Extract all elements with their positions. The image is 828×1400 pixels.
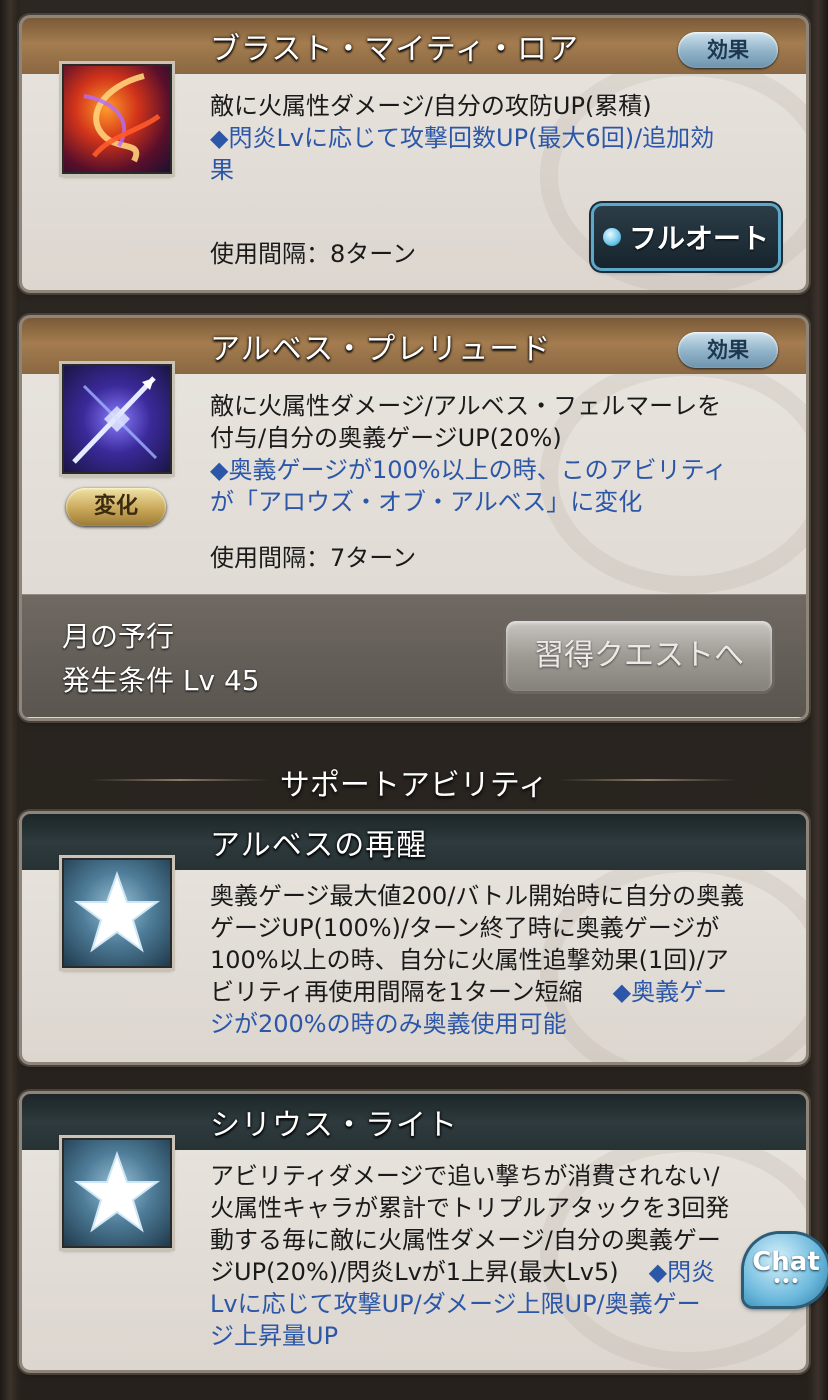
toggle-dot-icon xyxy=(602,228,621,246)
ability-name: ブラスト・マイティ・ロア xyxy=(210,32,579,67)
ability-interval: 使用間隔：7ターン xyxy=(210,544,417,572)
support-card-1: アルベスの再醒 奥義ゲージ最大値200/バトル開始時に自分の奥義 ゲージUP(1… xyxy=(22,814,806,1062)
quest-name: 月の予行 xyxy=(62,620,175,653)
ability-name: アルベス・プレリュード xyxy=(210,332,552,367)
desc-line: 付与/自分の奥義ゲージUP(20%) xyxy=(210,424,562,452)
support-name: アルベスの再醒 xyxy=(210,828,428,863)
chat-dots-icon: ••• xyxy=(772,1274,800,1290)
desc-line: 敵に火属性ダメージ/自分の攻防UP(累積) xyxy=(210,92,652,120)
section-title: サポートアビリティ xyxy=(279,768,549,803)
desc-text: ビリティ再使用間隔を1ターン短縮 xyxy=(210,978,583,1006)
desc-line-mixed: ビリティ再使用間隔を1ターン短縮 ◆奥義ゲー xyxy=(210,976,782,1008)
desc-blue-line: ジ上昇量UP xyxy=(210,1322,339,1350)
star-icon xyxy=(62,1138,172,1248)
desc-blue-line: ◆奥義ゲージが100%以上の時、このアビリティ xyxy=(210,456,728,484)
ability-card-1: ブラスト・マイティ・ロア 効果 敵に火属性ダメージ/自分の攻防UP(累積) ◆閃… xyxy=(22,18,806,290)
quest-button[interactable]: 習得クエストへ xyxy=(506,621,772,691)
ability-card-2: アルベス・プレリュード 効果 変化 敵に火属性ダメージ/アルベス・フェルマーレを… xyxy=(22,318,806,718)
ability-description: 敵に火属性ダメージ/自分の攻防UP(累積) ◆閃炎Lvに応じて攻撃回数UP(最大… xyxy=(210,90,782,186)
desc-blue-line: ◆閃炎Lvに応じて攻撃回数UP(最大6回)/追加効 xyxy=(210,124,715,152)
desc-blue-text: ◆閃炎 xyxy=(648,1258,716,1286)
star-icon xyxy=(62,858,172,968)
support-name: シリウス・ライト xyxy=(210,1108,458,1143)
desc-blue-line: 果 xyxy=(210,156,234,184)
change-badge: 変化 xyxy=(66,488,166,526)
desc-line: 動する毎に敵に火属性ダメージ/自分の奥義ゲー xyxy=(210,1226,721,1254)
desc-line: ゲージUP(100%)/ターン終了時に奥義ゲージが xyxy=(210,914,720,942)
ability-description: 敵に火属性ダメージ/アルベス・フェルマーレを 付与/自分の奥義ゲージUP(20%… xyxy=(210,390,782,518)
desc-line: 敵に火属性ダメージ/アルベス・フェルマーレを xyxy=(210,392,722,420)
desc-line: アビリティダメージで追い撃ちが消費されない/ xyxy=(210,1162,720,1190)
full-auto-button[interactable]: フルオート xyxy=(594,206,778,268)
ability-interval: 使用間隔：8ターン xyxy=(210,240,417,268)
arrow-icon xyxy=(62,364,172,474)
desc-text: ジUP(20%)/閃炎Lvが1上昇(最大Lv5) xyxy=(210,1258,619,1286)
support-description: 奥義ゲージ最大値200/バトル開始時に自分の奥義 ゲージUP(100%)/ターン… xyxy=(210,880,782,1040)
chat-button[interactable]: Chat ••• xyxy=(744,1234,828,1306)
fire-swirl-icon xyxy=(62,64,172,174)
desc-blue-line: Lvに応じて攻撃UP/ダメージ上限UP/奥義ゲー xyxy=(210,1290,701,1318)
desc-line: 100%以上の時、自分に火属性追撃効果(1回)/ア xyxy=(210,946,729,974)
desc-blue-text: ◆奥義ゲー xyxy=(612,978,728,1006)
effect-button[interactable]: 効果 xyxy=(678,332,778,368)
quest-condition: 発生条件 Lv 45 xyxy=(62,664,260,697)
support-card-2: シリウス・ライト アビリティダメージで追い撃ちが消費されない/ 火属性キャラが累… xyxy=(22,1094,806,1370)
full-auto-label: フルオート xyxy=(628,222,769,255)
desc-line-mixed: ジUP(20%)/閃炎Lvが1上昇(最大Lv5) ◆閃炎 xyxy=(210,1256,782,1288)
quest-band: 月の予行 発生条件 Lv 45 習得クエストへ xyxy=(22,594,806,717)
desc-blue-line: が「アロウズ・オブ・アルベス」に変化 xyxy=(210,488,643,516)
effect-button[interactable]: 効果 xyxy=(678,32,778,68)
support-description: アビリティダメージで追い撃ちが消費されない/ 火属性キャラが累計でトリプルアタッ… xyxy=(210,1160,782,1352)
desc-blue-line: ジが200%の時のみ奥義使用可能 xyxy=(210,1010,567,1038)
desc-line: 奥義ゲージ最大値200/バトル開始時に自分の奥義 xyxy=(210,882,745,910)
desc-line: 火属性キャラが累計でトリプルアタックを3回発 xyxy=(210,1194,730,1222)
